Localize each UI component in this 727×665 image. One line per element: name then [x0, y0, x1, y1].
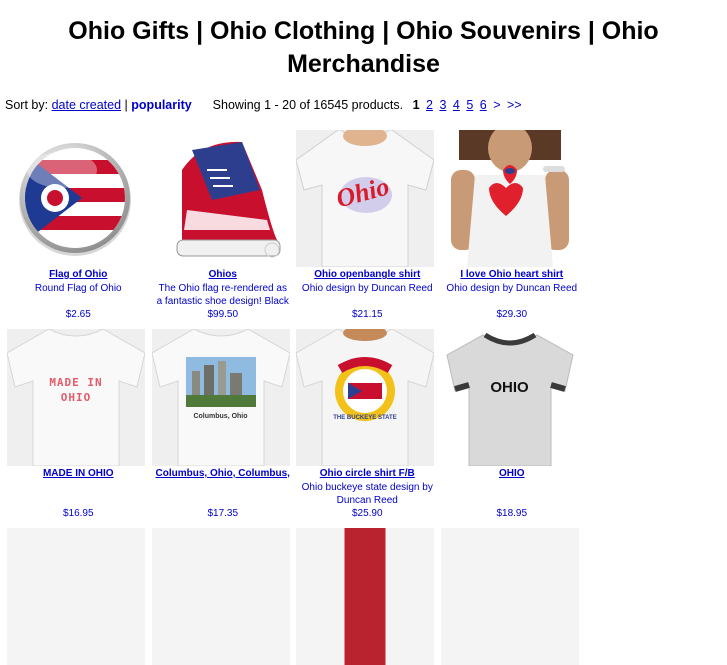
product-card: Ohios The Ohio flag re-rendered as a fan…	[151, 129, 296, 328]
product-image[interactable]	[151, 528, 290, 665]
product-price: $25.90	[351, 507, 383, 519]
product-card: MADE IN OHIO MADE IN OHIO $16.95	[6, 328, 151, 527]
product-price: $18.95	[496, 507, 528, 519]
sort-bar: Sort by: date created | popularity Showi…	[5, 98, 522, 112]
page-current: 1	[412, 98, 420, 112]
product-row	[6, 527, 584, 665]
product-price: $29.30	[496, 308, 528, 320]
shirt-text-line: MADE IN	[49, 376, 103, 389]
sort-popularity-link[interactable]: popularity	[131, 98, 191, 112]
sneaker-icon[interactable]	[151, 130, 290, 267]
product-price: $16.95	[62, 507, 94, 519]
page-2-link[interactable]: 2	[426, 98, 433, 112]
ringer-tshirt-icon[interactable]: OHIO	[440, 329, 579, 466]
shirt-text: OHIO	[490, 379, 529, 396]
button-badge-icon[interactable]	[7, 130, 145, 267]
product-name-link[interactable]: Flag of Ohio	[6, 268, 151, 282]
product-description: The Ohio flag re-rendered as a fantastic…	[156, 282, 289, 308]
product-card: Ohio Ohio openbangle shirt Ohio design b…	[295, 129, 440, 328]
product-description	[6, 481, 151, 508]
product-price: $2.65	[65, 308, 91, 320]
tank-top-icon[interactable]	[440, 130, 579, 267]
product-description: Round Flag of Ohio	[34, 282, 122, 294]
page-title: Ohio Gifts | Ohio Clothing | Ohio Souven…	[68, 17, 659, 78]
product-price: $99.50	[207, 308, 239, 320]
product-description: Ohio design by Duncan Reed	[446, 282, 578, 294]
tshirt-icon[interactable]: THE BUCKEYE STATE	[296, 329, 434, 466]
product-image[interactable]	[440, 528, 579, 665]
product-description: Ohio buckeye state design by Duncan Reed	[301, 481, 433, 507]
tshirt-icon[interactable]: Columbus, Ohio	[151, 329, 290, 466]
product-row: Flag of Ohio Round Flag of Ohio $2.65 Oh…	[6, 129, 584, 328]
product-card: OHIO OHIO $18.95	[440, 328, 585, 527]
sort-label: Sort by:	[5, 98, 49, 112]
page-3-link[interactable]: 3	[439, 98, 446, 112]
product-card: I love Ohio heart shirt Ohio design by D…	[440, 129, 585, 328]
results-count: Showing 1 - 20 of 16545 products.	[212, 98, 404, 112]
shirt-text-line: OHIO	[60, 391, 92, 404]
product-name-link[interactable]: Ohios	[151, 268, 296, 282]
page-6-link[interactable]: 6	[480, 98, 487, 112]
product-name-link[interactable]: Columbus, Ohio, Columbus,	[151, 467, 296, 481]
sort-date-created-link[interactable]: date created	[52, 98, 122, 112]
product-name-link[interactable]: OHIO	[440, 467, 585, 481]
product-image[interactable]	[7, 528, 145, 665]
product-grid: Flag of Ohio Round Flag of Ohio $2.65 Oh…	[6, 129, 584, 665]
tshirt-icon[interactable]: MADE IN OHIO	[7, 329, 145, 466]
last-page-link[interactable]: >>	[507, 98, 522, 112]
page-4-link[interactable]: 4	[453, 98, 460, 112]
shirt-caption: THE BUCKEYE STATE	[333, 415, 397, 421]
product-image[interactable]	[296, 528, 434, 665]
product-card: Columbus, Ohio Columbus, Ohio, Columbus,…	[151, 328, 296, 527]
product-card: THE BUCKEYE STATE Ohio circle shirt F/B …	[295, 328, 440, 527]
product-price: $17.35	[207, 507, 239, 519]
shirt-caption: Columbus, Ohio	[193, 413, 248, 420]
product-card: Flag of Ohio Round Flag of Ohio $2.65	[6, 129, 151, 328]
product-name-link[interactable]: Ohio circle shirt F/B	[295, 467, 440, 481]
sort-separator: |	[124, 98, 128, 112]
page-5-link[interactable]: 5	[466, 98, 473, 112]
product-row: MADE IN OHIO MADE IN OHIO $16.95 Columbu…	[6, 328, 584, 527]
next-page-link[interactable]: >	[493, 98, 500, 112]
tshirt-icon[interactable]: Ohio	[296, 130, 434, 267]
product-description	[151, 481, 296, 508]
product-description: Ohio design by Duncan Reed	[301, 282, 433, 294]
pagination: 1 2 3 4 5 6 > >>	[407, 98, 522, 112]
product-name-link[interactable]: MADE IN OHIO	[6, 467, 151, 481]
product-description	[440, 481, 585, 508]
product-name-link[interactable]: Ohio openbangle shirt	[295, 268, 440, 282]
product-price: $21.15	[351, 308, 383, 320]
product-name-link[interactable]: I love Ohio heart shirt	[440, 268, 585, 282]
